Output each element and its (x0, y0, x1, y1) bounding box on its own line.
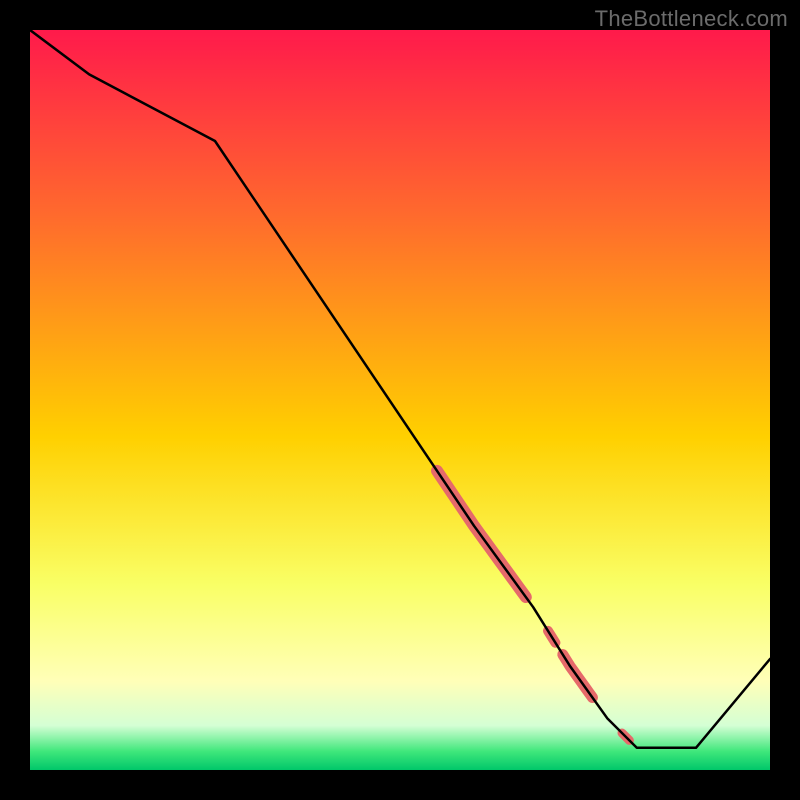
chart-frame: TheBottleneck.com (0, 0, 800, 800)
gradient-background (30, 30, 770, 770)
watermark-text: TheBottleneck.com (595, 6, 788, 32)
bottleneck-curve-chart (30, 30, 770, 770)
plot-area (30, 30, 770, 770)
